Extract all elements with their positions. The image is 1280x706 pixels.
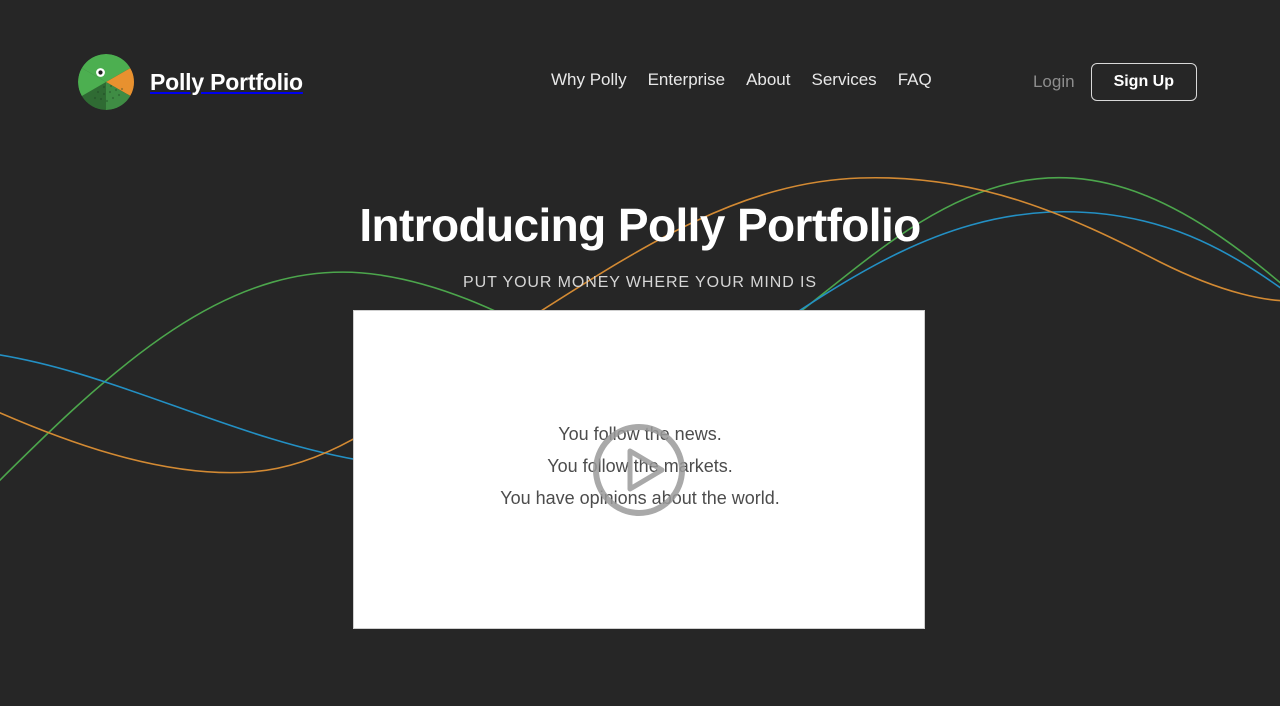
hero-tagline: PUT YOUR MONEY WHERE YOUR MIND IS — [463, 274, 817, 291]
nav-link-why-polly[interactable]: Why Polly — [551, 69, 627, 91]
brand-name: Polly Portfolio — [150, 68, 303, 95]
nav-link-faq[interactable]: FAQ — [898, 69, 932, 91]
logo-svg — [78, 54, 134, 110]
sign-up-button[interactable]: Sign Up — [1090, 63, 1197, 101]
nav-link-about[interactable]: About — [746, 69, 790, 91]
page-title: Introducing Polly Portfolio — [359, 199, 921, 251]
video-player[interactable]: You follow the news. You follow the mark… — [353, 310, 925, 629]
site-header: Polly Portfolio Why Polly Enterprise Abo… — [0, 0, 1280, 140]
nav-link-services[interactable]: Services — [812, 69, 877, 91]
main-navigation: Why Polly Enterprise About Services FAQ — [551, 69, 932, 91]
parrot-pie-chart-logo-icon — [78, 54, 134, 110]
nav-link-enterprise[interactable]: Enterprise — [648, 69, 725, 91]
login-link[interactable]: Login — [1033, 72, 1075, 92]
auth-area: Login Sign Up — [1033, 63, 1197, 101]
brand-logo-link[interactable]: Polly Portfolio — [78, 54, 303, 110]
play-icon[interactable] — [592, 423, 686, 517]
